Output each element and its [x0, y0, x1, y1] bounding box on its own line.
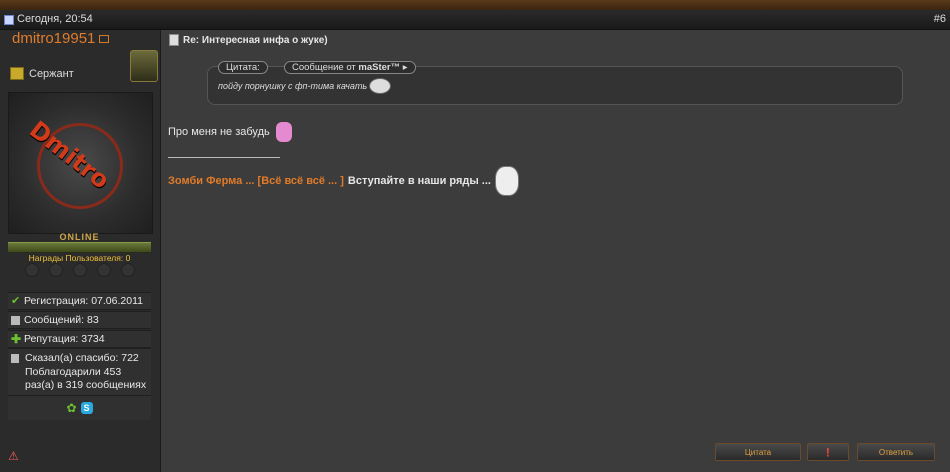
username-text[interactable]: dmitro19951 [12, 30, 95, 47]
report-warning-icon[interactable]: ⚠ [8, 450, 20, 462]
post-message: Про меня не забудь [168, 122, 292, 142]
quote-button[interactable]: Цитата [715, 443, 801, 461]
award-slot [49, 263, 63, 277]
thanks-stat: Сказал(а) спасибо: 722 Поблагодарили 453… [8, 348, 151, 396]
pink-smiley-icon [275, 122, 292, 142]
mail-icon[interactable] [99, 34, 110, 43]
contact-icons: ✿ S [8, 396, 151, 420]
signature-divider [168, 157, 280, 158]
quote-source: Сообщение от maSter™ ▸ [284, 61, 416, 74]
quote-author[interactable]: maSter™ [358, 62, 400, 73]
reply-button[interactable]: Ответить [857, 443, 935, 461]
skype-icon[interactable]: S [80, 402, 93, 414]
quote-text-content: пойду порнушку с фп-тима качать [218, 81, 368, 91]
award-slots [20, 263, 140, 283]
signature: Зомби Ферма ... [Всё всё всё ... ] Вступ… [168, 166, 519, 196]
quote-text: пойду порнушку с фп-тима качать [218, 78, 392, 94]
avatar[interactable]: Dmitro [8, 92, 153, 234]
thanks-posts: раз(а) в 319 сообщениях [25, 379, 147, 391]
thanks-lines: Сказал(а) спасибо: 722 Поблагодарили 453… [25, 352, 146, 393]
sergeant-icon [10, 67, 24, 80]
quote-block: Цитата: Сообщение от maSter™ ▸ пойду пор… [207, 61, 903, 105]
quote-from-prefix: Сообщение от [292, 62, 356, 73]
post-icon [169, 34, 179, 46]
post-number[interactable]: #6 [934, 10, 946, 29]
award-slot [121, 263, 135, 277]
icq-icon[interactable]: ✿ [67, 402, 77, 414]
signature-text: Вступайте в наши ряды ... [347, 175, 491, 187]
user-sidebar: dmitro19951 Сержант Dmitro ONLINE Наград… [0, 30, 161, 472]
plus-icon: ✚ [11, 331, 22, 346]
post-header-bar: Сегодня, 20:54 #6 [0, 10, 950, 30]
multi-quote-button[interactable]: ❗ [807, 443, 849, 461]
post-date: Сегодня, 20:54 [4, 10, 93, 29]
trollface-smiley-icon [369, 78, 392, 94]
post-content: Re: Интересная инфа о жуке) Цитата: Сооб… [161, 30, 950, 472]
online-bar [8, 242, 151, 253]
award-slot [97, 263, 111, 277]
award-slot [73, 263, 87, 277]
reputation-stat: ✚ Репутация: 3734 [8, 330, 151, 348]
registration-stat: ✔ Регистрация: 07.06.2011 [8, 292, 151, 310]
rank-label: Сержант [29, 67, 74, 80]
calendar-icon [4, 14, 14, 25]
thanks-received: Поблагодарили 453 [25, 365, 122, 378]
document-icon [11, 315, 20, 325]
signature-link[interactable]: Зомби Ферма ... [Всё всё всё ... ] [168, 175, 344, 187]
award-slot [25, 263, 39, 277]
awards-label: Награды Пользователя: 0 [28, 253, 131, 263]
messages-text: Сообщений: 83 [24, 314, 99, 326]
post-title: Re: Интересная инфа о жуке) [169, 34, 328, 46]
rank-badge-icon [130, 50, 158, 82]
post-date-text: Сегодня, 20:54 [17, 13, 93, 25]
view-post-icon[interactable]: ▸ [403, 62, 408, 73]
meme-face-smiley-icon [494, 166, 519, 196]
post-message-text: Про меня не забудь [168, 126, 270, 138]
reputation-text: Репутация: 3734 [24, 333, 105, 345]
post-title-text: Re: Интересная инфа о жуке) [183, 34, 328, 46]
thanks-given: Сказал(а) спасибо: 722 [25, 352, 139, 364]
username-link[interactable]: dmitro19951 [12, 30, 110, 47]
checkmark-icon: ✔ [11, 294, 21, 307]
user-rank: Сержант [10, 67, 74, 80]
messages-stat: Сообщений: 83 [8, 311, 151, 329]
quote-tag: Цитата: [218, 61, 268, 74]
registration-text: Регистрация: 07.06.2011 [24, 295, 143, 307]
document-icon [11, 354, 19, 363]
